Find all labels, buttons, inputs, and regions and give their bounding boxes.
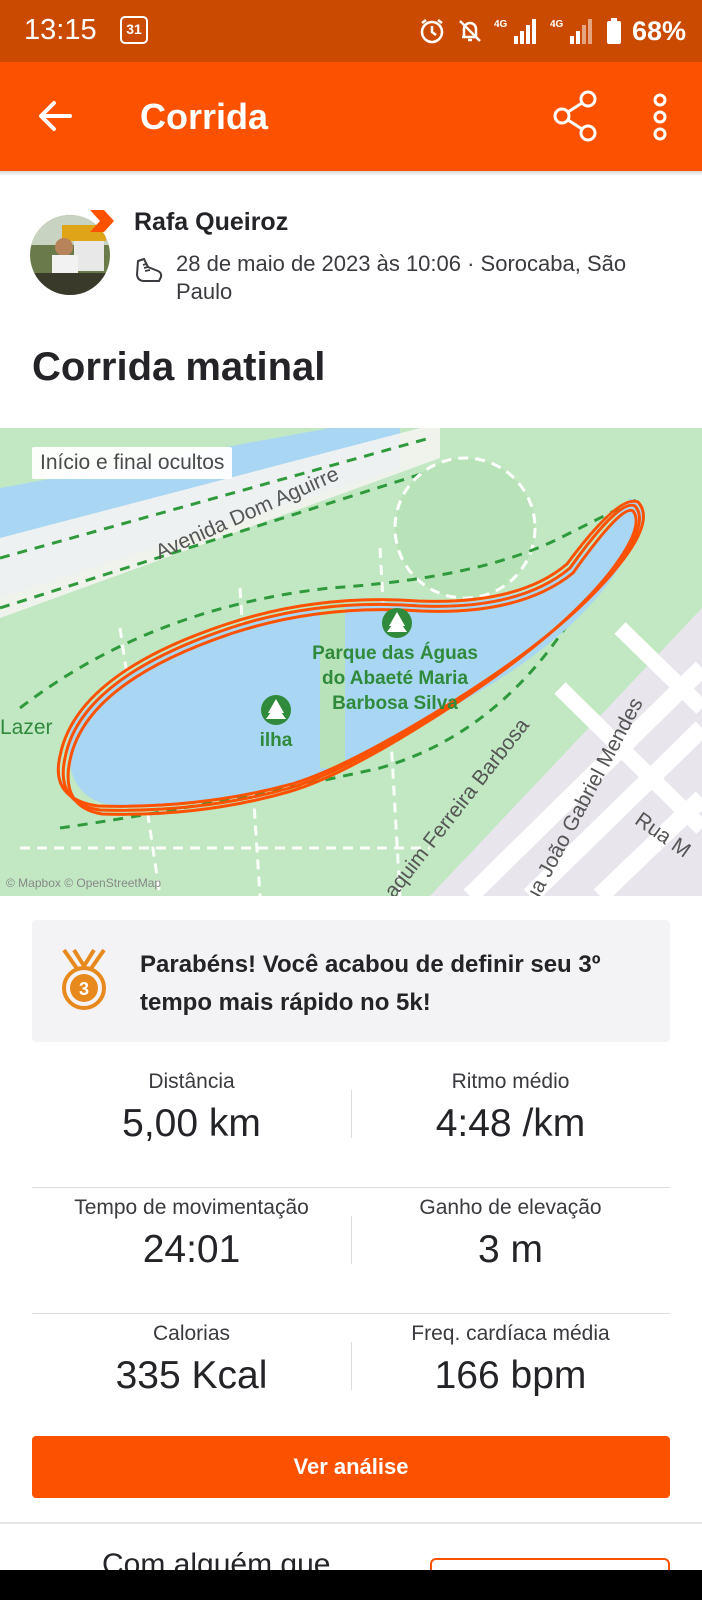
- signal-4g-icon: 4G: [494, 19, 536, 44]
- page-title: Corrida: [140, 96, 269, 137]
- stat-value: 3 m: [477, 1228, 543, 1271]
- app-bar-shadow: [0, 171, 702, 176]
- stat-label: Ganho de elevação: [419, 1196, 602, 1219]
- route-map[interactable]: Início e final ocultos Parque das Águas …: [0, 428, 702, 896]
- stats-row: Tempo de movimentação 24:01 Ganho de ele…: [32, 1188, 670, 1314]
- stat-value: 5,00 km: [122, 1102, 261, 1145]
- more-vertical-icon[interactable]: [648, 92, 672, 142]
- stat-label: Calorias: [152, 1322, 231, 1345]
- stat-calories: Calorias 335 Kcal: [32, 1314, 351, 1440]
- park-label: Parque das Águas do Abaeté Maria Barbosa…: [312, 643, 478, 714]
- stat-label: Distância: [148, 1070, 235, 1093]
- medal-icon: 3: [62, 948, 106, 1010]
- system-nav-bar: [0, 1570, 702, 1600]
- stat-pace: Ritmo médio 4:48 /km: [351, 1062, 670, 1188]
- stat-value: 335 Kcal: [115, 1354, 268, 1397]
- status-icons: 4G 4G 68%: [418, 14, 686, 48]
- stat-label: Ritmo médio: [451, 1070, 570, 1093]
- stats-row: Distância 5,00 km Ritmo médio 4:48 /km: [32, 1062, 670, 1188]
- medal-rank: 3: [79, 979, 89, 999]
- map-left-label: Lazer: [0, 716, 53, 739]
- stat-value: 4:48 /km: [435, 1102, 586, 1145]
- park-tree-marker: [382, 608, 412, 638]
- stats-row: Calorias 335 Kcal Freq. cardíaca média 1…: [32, 1314, 670, 1440]
- status-time: 13:15: [24, 14, 97, 46]
- battery-icon: [606, 18, 621, 44]
- stat-value: 166 bpm: [434, 1354, 587, 1397]
- stat-label: Tempo de movimentação: [74, 1196, 309, 1219]
- signal-4g-icon-2: 4G: [550, 19, 592, 44]
- mute-icon: [459, 20, 481, 42]
- stat-value: 24:01: [142, 1228, 241, 1271]
- share-icon[interactable]: [552, 90, 600, 142]
- stat-distance: Distância 5,00 km: [32, 1062, 351, 1188]
- map-privacy-chip: Início e final ocultos: [32, 447, 233, 479]
- view-analysis-button[interactable]: Ver análise: [32, 1436, 670, 1498]
- running-shoe-icon: [135, 257, 163, 282]
- island-tree-marker: [261, 695, 291, 725]
- status-bar: 13:15 31 4G 4G 68%: [0, 0, 702, 62]
- island-label: ilha: [259, 730, 293, 751]
- battery-percent: 68%: [631, 15, 686, 46]
- stat-elevation: Ganho de elevação 3 m: [351, 1188, 670, 1314]
- activity-meta: 28 de maio de 2023 às 10:06 · Sorocaba, …: [176, 251, 627, 304]
- svg-text:4G: 4G: [494, 19, 508, 30]
- activity-title: Corrida matinal: [32, 345, 326, 389]
- stats-grid: Distância 5,00 km Ritmo médio 4:48 /km T…: [32, 1062, 670, 1440]
- stat-heart-rate: Freq. cardíaca média 166 bpm: [351, 1314, 670, 1440]
- athlete-name[interactable]: Rafa Queiroz: [134, 208, 288, 237]
- stat-moving-time: Tempo de movimentação 24:01: [32, 1188, 351, 1314]
- svg-text:4G: 4G: [550, 19, 564, 30]
- calendar-icon: 31: [120, 16, 148, 44]
- app-bar: Corrida: [0, 62, 702, 171]
- back-arrow-icon[interactable]: [34, 94, 78, 138]
- section-divider: [0, 1522, 702, 1524]
- achievement-card[interactable]: 3 Parabéns! Você acabou de definir seu 3…: [32, 920, 670, 1042]
- alarm-icon: [420, 19, 444, 44]
- map-attribution[interactable]: © Mapbox © OpenStreetMap: [6, 876, 161, 890]
- stat-label: Freq. cardíaca média: [411, 1322, 610, 1345]
- achievement-text: Parabéns! Você acabou de definir seu 3º …: [140, 951, 601, 1016]
- profile-badge-icon: [90, 210, 114, 232]
